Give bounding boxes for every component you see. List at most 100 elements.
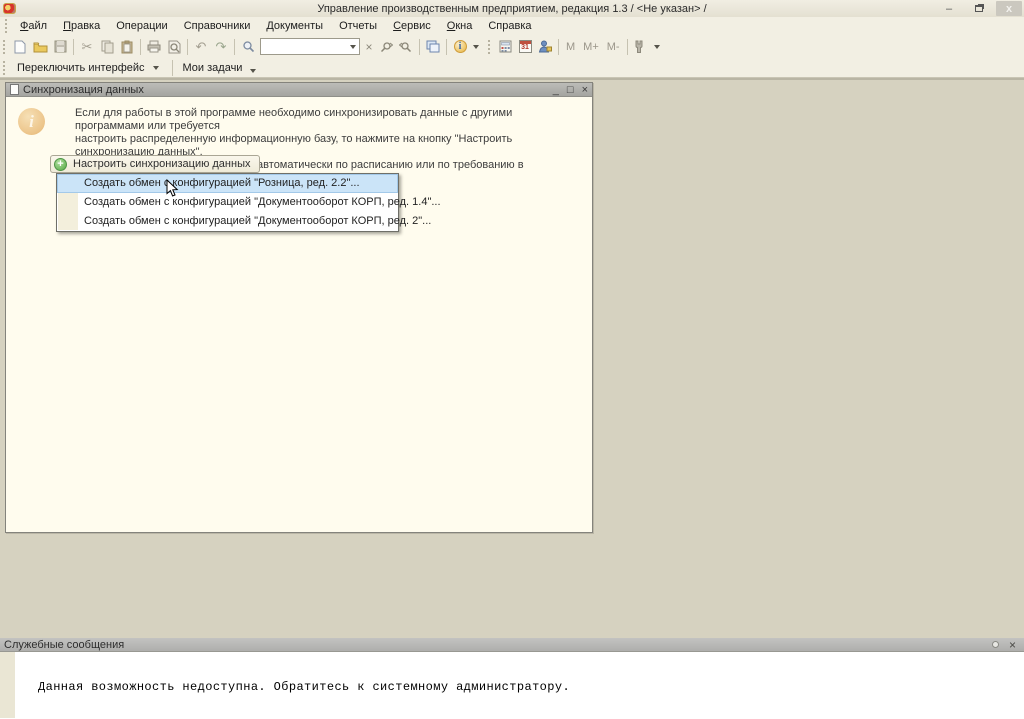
duplicate-window-icon: [426, 40, 440, 53]
info-text-line: Если для работы в этой программе необход…: [75, 107, 545, 133]
toolbar-separator: [172, 60, 173, 76]
menu-catalogs[interactable]: Справочники: [176, 18, 259, 34]
dialog-minimize-button[interactable]: _: [553, 84, 559, 96]
menu-reports[interactable]: Отчеты: [331, 18, 385, 34]
menu-edit[interactable]: Правка: [55, 18, 108, 34]
switch-interface-button[interactable]: Переключить интерфейс: [10, 60, 169, 76]
copy-icon: [101, 40, 114, 54]
new-document-button[interactable]: [10, 38, 30, 56]
open-button[interactable]: [30, 38, 50, 56]
mouse-cursor: [166, 179, 179, 198]
open-folder-icon: [33, 41, 48, 53]
redo-button[interactable]: ↷: [211, 38, 231, 56]
close-button[interactable]: x: [996, 1, 1022, 16]
find-next-icon: [379, 41, 393, 53]
find-previous-icon: [399, 41, 413, 53]
toolbar-grip[interactable]: [488, 40, 491, 54]
info-button[interactable]: i: [450, 38, 470, 56]
toolbar-separator: [234, 39, 235, 55]
chevron-down-icon: [250, 69, 256, 73]
menu-service[interactable]: Сервис: [385, 18, 439, 34]
toolbar-separator: [187, 39, 188, 55]
calendar-button[interactable]: 31: [515, 38, 535, 56]
add-icon: +: [54, 158, 67, 171]
info-dropdown-icon[interactable]: [473, 45, 479, 49]
redo-icon: ↷: [216, 40, 227, 53]
configure-sync-button[interactable]: + Настроить синхронизацию данных: [50, 155, 260, 173]
window-title: Управление производственным предприятием…: [0, 3, 1024, 15]
paste-button[interactable]: [117, 38, 137, 56]
menu-item-dokumentooborot-2[interactable]: Создать обмен с конфигурацией "Документо…: [57, 212, 398, 231]
search-dropdown-icon[interactable]: [350, 45, 356, 49]
calculator-icon: [499, 40, 512, 53]
menu-windows[interactable]: Окна: [439, 18, 481, 34]
memory-add-button[interactable]: M+: [579, 41, 603, 53]
dialog-maximize-button[interactable]: □: [567, 84, 574, 96]
find-button[interactable]: [238, 38, 258, 56]
undo-icon: ↶: [196, 40, 207, 53]
menu-operations[interactable]: Операции: [108, 18, 175, 34]
user-lock-icon: [538, 40, 552, 53]
dialog-close-button[interactable]: ×: [582, 84, 588, 96]
find-previous-button[interactable]: [396, 38, 416, 56]
sync-dialog-window: Синхронизация данных _ □ × i Если для ра…: [5, 82, 593, 533]
toolbar-grip[interactable]: [3, 61, 6, 75]
service-tools-button[interactable]: [631, 38, 651, 56]
copy-button[interactable]: [97, 38, 117, 56]
print-icon: [147, 40, 161, 53]
memory-subtract-button[interactable]: M-: [603, 41, 624, 53]
menu-item-roznitsa[interactable]: Создать обмен с конфигурацией "Розница, …: [57, 174, 398, 193]
save-button[interactable]: [50, 38, 70, 56]
info-icon: i: [454, 40, 467, 53]
dialog-window-controls: _ □ ×: [553, 84, 588, 96]
restore-button[interactable]: [966, 1, 992, 16]
toolbar-separator: [419, 39, 420, 55]
menu-file[interactable]: Файл: [12, 18, 55, 34]
switch-interface-label: Переключить интерфейс: [17, 62, 145, 74]
print-preview-button[interactable]: [164, 38, 184, 56]
new-document-icon: [14, 40, 26, 54]
chevron-down-icon: [153, 66, 159, 70]
toolbar-separator: [73, 39, 74, 55]
print-button[interactable]: [144, 38, 164, 56]
my-tasks-button[interactable]: Мои задачи: [176, 60, 267, 76]
service-messages-header: Служебные сообщения ×: [0, 638, 1024, 652]
service-messages-title: Служебные сообщения: [4, 639, 124, 651]
window-titlebar: Управление производственным предприятием…: [0, 0, 1024, 17]
pin-icon[interactable]: [992, 641, 999, 648]
duplicate-window-button[interactable]: [423, 38, 443, 56]
search-icon: [242, 40, 255, 53]
document-icon: [10, 84, 19, 95]
dialog-client-area: i Если для работы в этой программе необх…: [6, 97, 592, 532]
paste-icon: [121, 40, 133, 54]
window-controls: – x: [936, 0, 1022, 17]
calendar-day-number: 31: [520, 44, 531, 52]
toolbar-grip[interactable]: [3, 40, 6, 54]
menu-help[interactable]: Справка: [480, 18, 539, 34]
toolbar-grip[interactable]: [5, 19, 8, 33]
service-dropdown-icon[interactable]: [654, 45, 660, 49]
memory-recall-button[interactable]: M: [562, 41, 579, 53]
menu-item-dokumentooborot-14[interactable]: Создать обмен с конфигурацией "Документо…: [57, 193, 398, 212]
undo-button[interactable]: ↶: [191, 38, 211, 56]
dialog-titlebar[interactable]: Синхронизация данных _ □ ×: [6, 83, 592, 97]
find-next-button[interactable]: [376, 38, 396, 56]
configure-sync-label: Настроить синхронизацию данных: [73, 158, 250, 170]
user-permissions-button[interactable]: [535, 38, 555, 56]
toolbar-separator: [627, 39, 628, 55]
save-icon: [54, 40, 67, 53]
messages-close-button[interactable]: ×: [1009, 638, 1016, 652]
search-input[interactable]: [261, 39, 347, 54]
calculator-button[interactable]: [495, 38, 515, 56]
menu-documents[interactable]: Документы: [258, 18, 331, 34]
wrench-icon: [635, 40, 646, 54]
print-preview-icon: [168, 40, 181, 54]
clear-search-button[interactable]: ×: [362, 40, 376, 54]
cut-button[interactable]: ✂: [77, 38, 97, 56]
minimize-button[interactable]: –: [936, 1, 962, 16]
main-toolbar: ✂ ↶ ↷ ×: [0, 35, 1024, 58]
mdi-area: Синхронизация данных _ □ × i Если для ра…: [0, 80, 1024, 638]
toolbar-separator: [140, 39, 141, 55]
info-icon: i: [18, 108, 45, 135]
calendar-icon: 31: [519, 40, 532, 53]
